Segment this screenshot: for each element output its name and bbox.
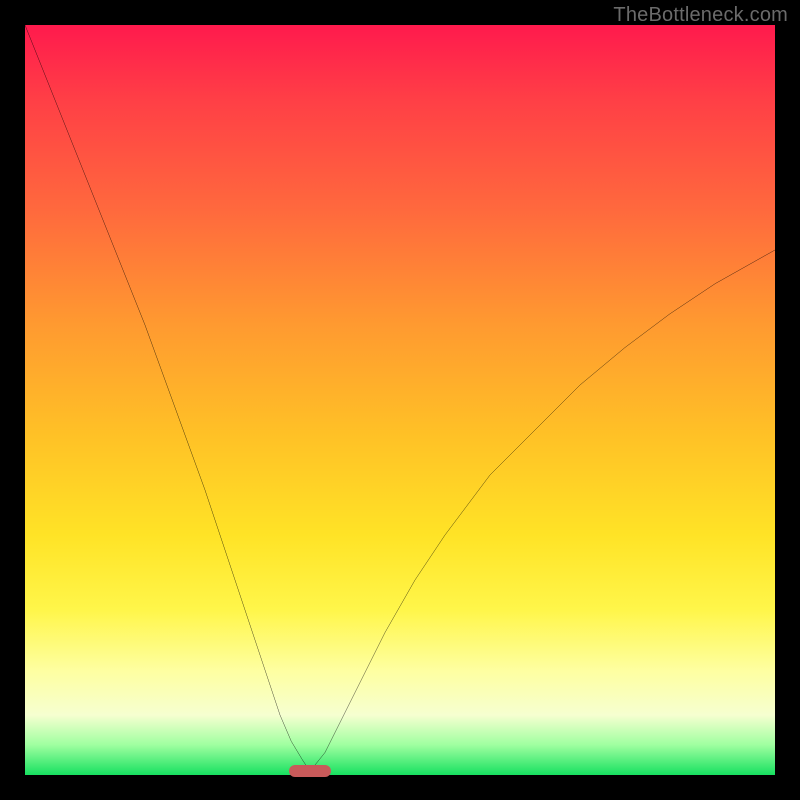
watermark-text: TheBottleneck.com xyxy=(613,4,788,27)
chart-plot-area xyxy=(25,25,775,775)
curve-right-branch xyxy=(310,250,775,771)
optimal-marker xyxy=(289,765,331,777)
curve-left-branch xyxy=(25,25,310,771)
chart-frame: TheBottleneck.com xyxy=(0,0,800,800)
bottleneck-curve xyxy=(25,25,775,775)
